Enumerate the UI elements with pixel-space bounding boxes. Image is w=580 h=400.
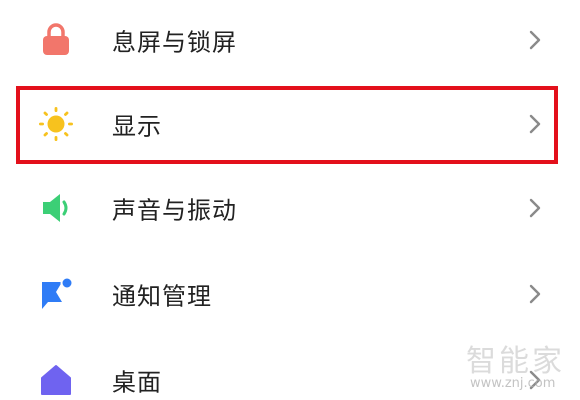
home-icon (36, 360, 76, 400)
menu-item-label: 声音与振动 (112, 196, 237, 225)
chevron-right-icon (526, 196, 544, 220)
menu-item-label: 桌面 (112, 368, 162, 397)
menu-item-display[interactable]: 显示 (0, 84, 580, 164)
chevron-right-icon (526, 368, 544, 392)
notification-flag-icon (36, 274, 76, 314)
menu-item-lock-screen[interactable]: 息屏与锁屏 (0, 0, 580, 80)
menu-item-label: 通知管理 (112, 282, 212, 311)
menu-item-label: 息屏与锁屏 (112, 28, 237, 57)
menu-item-notifications[interactable]: 通知管理 (0, 254, 580, 334)
menu-item-desktop[interactable]: 桌面 (0, 340, 580, 400)
lock-icon (36, 20, 76, 60)
sun-icon (36, 104, 76, 144)
chevron-right-icon (526, 282, 544, 306)
settings-page: 息屏与锁屏 显示 声音与振动 通知管理 桌面 智能家 www.znj.com (0, 0, 580, 400)
menu-item-label: 显示 (112, 112, 162, 141)
chevron-right-icon (526, 28, 544, 52)
speaker-icon (36, 188, 76, 228)
menu-item-sound-vibration[interactable]: 声音与振动 (0, 168, 580, 248)
chevron-right-icon (526, 112, 544, 136)
